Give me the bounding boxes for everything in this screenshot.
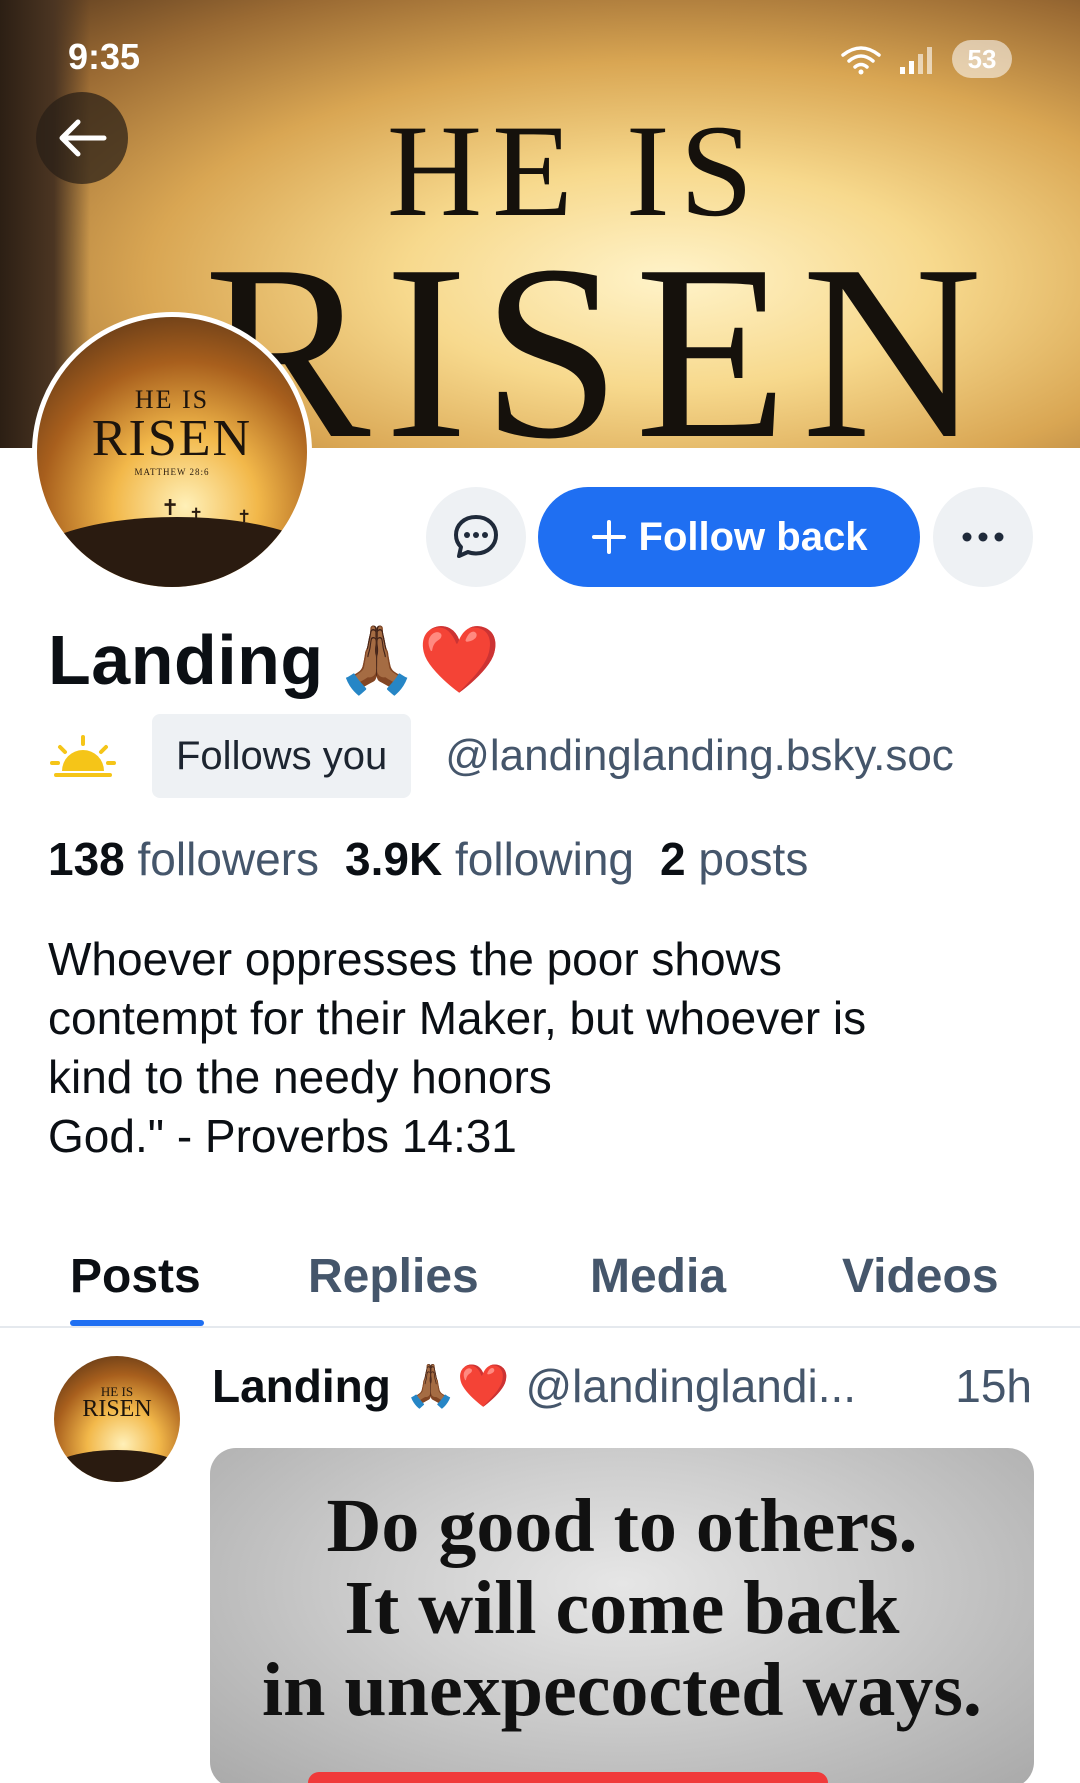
signal-icon: [900, 47, 932, 74]
avatar-hill: [37, 517, 307, 587]
post-timestamp[interactable]: 15h: [955, 1359, 1032, 1413]
post-avatar-hill: [54, 1450, 180, 1482]
followers-label: followers: [137, 833, 320, 885]
name-emojis: 🙏🏾❤️: [335, 622, 502, 696]
posts-count: 2: [660, 833, 686, 885]
follows-you-badge: Follows you: [152, 714, 412, 798]
post-author-avatar[interactable]: HE IS RISEN: [54, 1356, 180, 1482]
profile-meta-row: Follows you @landinglanding.bsky.soc: [48, 714, 954, 798]
status-icons: 53: [840, 40, 1012, 78]
posts-label: posts: [698, 833, 809, 885]
post-image[interactable]: Do good to others. It will come back in …: [210, 1448, 1034, 1783]
cross-icon: ✝: [237, 507, 252, 526]
battery-indicator: 53: [952, 40, 1012, 78]
post-image-text-line2: It will come back: [344, 1566, 900, 1650]
post-author-emojis: 🙏🏾❤️: [404, 1361, 510, 1409]
tab-videos[interactable]: Videos: [842, 1224, 999, 1328]
post-image-text-line3: in unexpecocted ways.: [262, 1648, 982, 1732]
profile-avatar[interactable]: HE IS RISEN MATTHEW 28:6 ✝ ✝ ✝: [32, 312, 312, 592]
sun-icon[interactable]: [48, 731, 118, 781]
post-author-name[interactable]: Landing: [212, 1359, 391, 1413]
plus-icon: [591, 520, 626, 554]
tab-media[interactable]: Media: [590, 1224, 726, 1328]
back-button[interactable]: [36, 92, 128, 184]
tab-replies[interactable]: Replies: [308, 1224, 479, 1328]
following-stat[interactable]: 3.9K following: [345, 832, 634, 886]
message-button[interactable]: [426, 487, 526, 587]
following-label: following: [455, 833, 634, 885]
status-bar: 9:35 53: [0, 0, 1080, 110]
avatar-text-line2: RISEN: [91, 410, 253, 467]
post-author-handle[interactable]: @landinglandi...: [525, 1359, 856, 1413]
active-tab-indicator: [70, 1320, 204, 1326]
red-underline: [308, 1772, 828, 1783]
avatar-text-line3: MATTHEW 28:6: [134, 467, 210, 477]
follow-back-label: Follow back: [638, 514, 868, 559]
profile-stats: 138 followers 3.9K following 2 posts: [48, 832, 808, 886]
followers-stat[interactable]: 138 followers: [48, 832, 319, 886]
display-name: Landing: [48, 621, 324, 699]
profile-tabs: Posts Replies Media Videos: [0, 1224, 1080, 1328]
wifi-icon: [841, 46, 881, 75]
chat-bubble-icon: [454, 515, 498, 558]
profile-name: Landing 🙏🏾❤️: [48, 620, 501, 700]
more-dots-icon: [962, 532, 1004, 542]
followers-count: 138: [48, 833, 125, 885]
post-header: Landing 🙏🏾❤️ @landinglandi... 15h: [212, 1356, 1032, 1416]
post-avatar-text-line2: RISEN: [82, 1396, 152, 1422]
cross-icon: ✝: [189, 505, 204, 524]
cross-icon: ✝: [161, 495, 180, 520]
posts-stat: 2 posts: [660, 832, 808, 886]
arrow-left-icon: [59, 119, 107, 157]
post-image-text-line1: Do good to others.: [326, 1484, 918, 1568]
profile-handle: @landinglanding.bsky.soc: [445, 731, 954, 780]
more-options-button[interactable]: [933, 487, 1033, 587]
follow-back-button[interactable]: Follow back: [538, 487, 920, 587]
status-time: 9:35: [68, 36, 141, 77]
profile-bio: Whoever oppresses the poor shows contemp…: [48, 933, 867, 1162]
following-count: 3.9K: [345, 833, 443, 885]
tab-posts[interactable]: Posts: [70, 1224, 201, 1328]
